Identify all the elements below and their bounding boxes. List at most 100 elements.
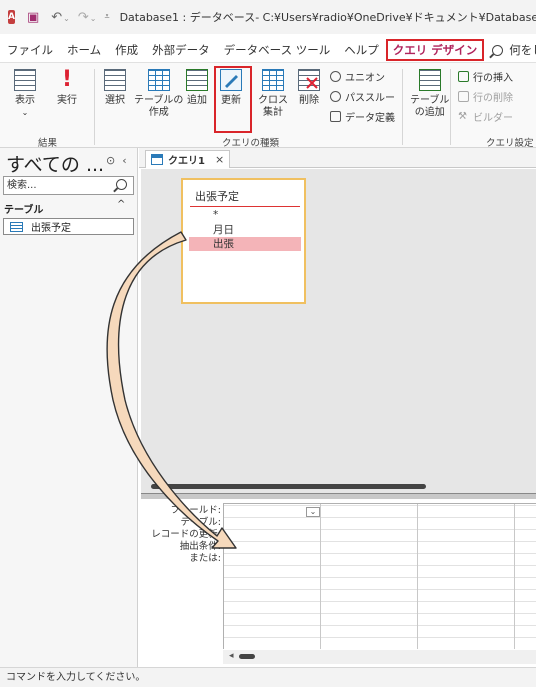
scroll-left-arrow-icon[interactable]: ◂ (229, 651, 234, 661)
chevron-down-icon: ⌄ (21, 108, 29, 117)
row-header-table: テーブル: (180, 517, 221, 528)
window-title: Database1 : データベース- C:¥Users¥radio¥OneDr… (119, 11, 536, 24)
field-list-title[interactable]: 出張予定 (195, 188, 239, 204)
group-divider (450, 69, 451, 145)
union-button[interactable]: ユニオン (330, 69, 385, 84)
delete-label: 削除 (299, 95, 319, 106)
tab-query1[interactable]: クエリ1 × (145, 150, 231, 168)
undo-icon[interactable]: ↶⌄ (51, 10, 70, 25)
union-icon (330, 71, 341, 82)
nav-pane-controls[interactable]: ⊙ ‹ (106, 154, 127, 167)
status-bar: コマンドを入力してください。 (0, 667, 536, 687)
navigation-pane: すべての ... ⊙ ‹ 検索... テーブル ^ 出張予定 (0, 148, 138, 667)
row-header-field: フィールド: (170, 505, 221, 516)
field-trip[interactable]: 出張 (189, 237, 301, 251)
grid-horizontal-scrollbar[interactable]: ◂ (223, 650, 536, 664)
add-tables-label: テーブル の追加 (410, 95, 450, 118)
delete-query-button[interactable]: 削除 (298, 69, 320, 107)
append-button[interactable]: 追加 (186, 69, 208, 107)
tab-query-design[interactable]: クエリ デザイン (385, 39, 485, 61)
make-table-button[interactable]: テーブルの 作成 (134, 69, 183, 119)
delete-rows-label: 行の削除 (473, 93, 513, 104)
datasheet-view-icon (14, 69, 36, 91)
crosstab-button[interactable]: クロス 集計 (258, 69, 288, 119)
scrollbar-thumb[interactable] (239, 654, 255, 659)
title-bar: A ▣ ↶⌄ ↷⌄ ⩡ Database1 : データベース- C:¥Users… (0, 0, 536, 34)
append-label: 追加 (187, 95, 207, 106)
tab-file[interactable]: ファイル (0, 39, 60, 61)
tab-help[interactable]: ヘルプ (337, 39, 386, 61)
query-design-grid[interactable] (223, 503, 536, 649)
row-header-update-to: レコードの更新: (151, 529, 221, 540)
field-list-divider (190, 206, 300, 207)
chevron-up-icon[interactable]: ^ (117, 199, 125, 210)
tab-query1-label: クエリ1 (168, 156, 205, 167)
search-icon (116, 179, 127, 190)
run-exclamation-icon: ! (61, 67, 73, 92)
select-query-icon (104, 69, 126, 91)
group-divider (402, 69, 403, 145)
add-table-icon (418, 69, 441, 91)
nav-search-placeholder: 検索... (7, 180, 37, 191)
search-icon (492, 44, 504, 56)
field-all[interactable]: * (189, 208, 301, 222)
insert-rows-icon (458, 71, 469, 82)
update-pencil-icon (220, 69, 242, 91)
update-button[interactable]: 更新 (220, 69, 242, 107)
table-icon (10, 221, 23, 232)
tab-create[interactable]: 作成 (108, 39, 145, 61)
data-definition-button[interactable]: データ定義 (330, 109, 395, 124)
builder-wand-icon: ⚒ (458, 111, 467, 122)
field-date[interactable]: 月日 (189, 223, 301, 237)
nav-item-table[interactable]: 出張予定 (3, 218, 134, 235)
select-label: 選択 (105, 95, 125, 106)
data-definition-label: データ定義 (345, 113, 395, 124)
nav-pane-header[interactable]: すべての ... (6, 150, 104, 177)
redo-icon[interactable]: ↷⌄ (78, 10, 97, 25)
query-type-group-label: クエリの種類 (222, 138, 280, 149)
nav-search-input[interactable]: 検索... (3, 176, 134, 195)
nav-group-tables[interactable]: テーブル (4, 201, 43, 216)
tab-database-tools[interactable]: データベース ツール (217, 39, 338, 61)
tab-external-data[interactable]: 外部データ (145, 39, 217, 61)
passthrough-button[interactable]: パススルー (330, 89, 395, 104)
crosstab-label: クロス 集計 (258, 95, 288, 118)
ribbon: 表示 ⌄ ! 実行 結果 選択 テーブルの 作成 追加 更新 クロス 集計 削除… (0, 62, 536, 149)
row-header-criteria: 抽出条件: (179, 541, 221, 552)
append-icon (186, 69, 208, 91)
insert-rows-label: 行の挿入 (473, 73, 513, 84)
query-setup-group-label: クエリ設定 (486, 138, 534, 149)
group-divider (94, 69, 95, 145)
update-label: 更新 (221, 95, 241, 106)
tell-me-box[interactable]: 何をしますか (492, 42, 536, 58)
add-tables-button[interactable]: テーブル の追加 (410, 69, 449, 119)
view-button[interactable]: 表示 ⌄ (14, 69, 36, 119)
save-icon[interactable]: ▣ (27, 10, 39, 25)
ribbon-tabs: ファイル ホーム 作成 外部データ データベース ツール ヘルプ クエリ デザイ… (0, 38, 536, 62)
query-icon (151, 154, 163, 165)
close-icon[interactable]: × (215, 153, 224, 166)
design-horizontal-scrollbar[interactable] (141, 480, 536, 493)
select-query-button[interactable]: 選択 (104, 69, 126, 107)
run-button[interactable]: ! 実行 (56, 69, 78, 107)
results-group-label: 結果 (38, 138, 58, 149)
builder-button[interactable]: ⚒ ビルダー (458, 109, 513, 124)
make-table-label: テーブルの 作成 (134, 95, 184, 118)
insert-rows-button[interactable]: 行の挿入 (458, 69, 513, 84)
tab-home[interactable]: ホーム (60, 39, 108, 61)
access-window: { "titlebar": { "app_icon": "A", "title"… (0, 0, 536, 687)
customize-qat-icon[interactable]: ⩡ (104, 12, 109, 22)
union-label: ユニオン (345, 73, 385, 84)
document-tabs: クエリ1 × (139, 148, 536, 168)
scrollbar-thumb[interactable] (151, 484, 426, 489)
globe-icon (330, 91, 341, 102)
data-definition-icon (330, 111, 341, 122)
run-label: 実行 (57, 95, 77, 106)
field-dropdown-button[interactable]: ⌄ (306, 507, 320, 517)
delete-query-icon (298, 69, 320, 91)
crosstab-icon (262, 69, 284, 91)
nav-item-label: 出張予定 (31, 223, 71, 234)
delete-rows-button[interactable]: 行の削除 (458, 89, 513, 104)
field-list-table[interactable]: 出張予定 * 月日 出張 (181, 178, 306, 304)
view-label: 表示 (15, 95, 35, 106)
